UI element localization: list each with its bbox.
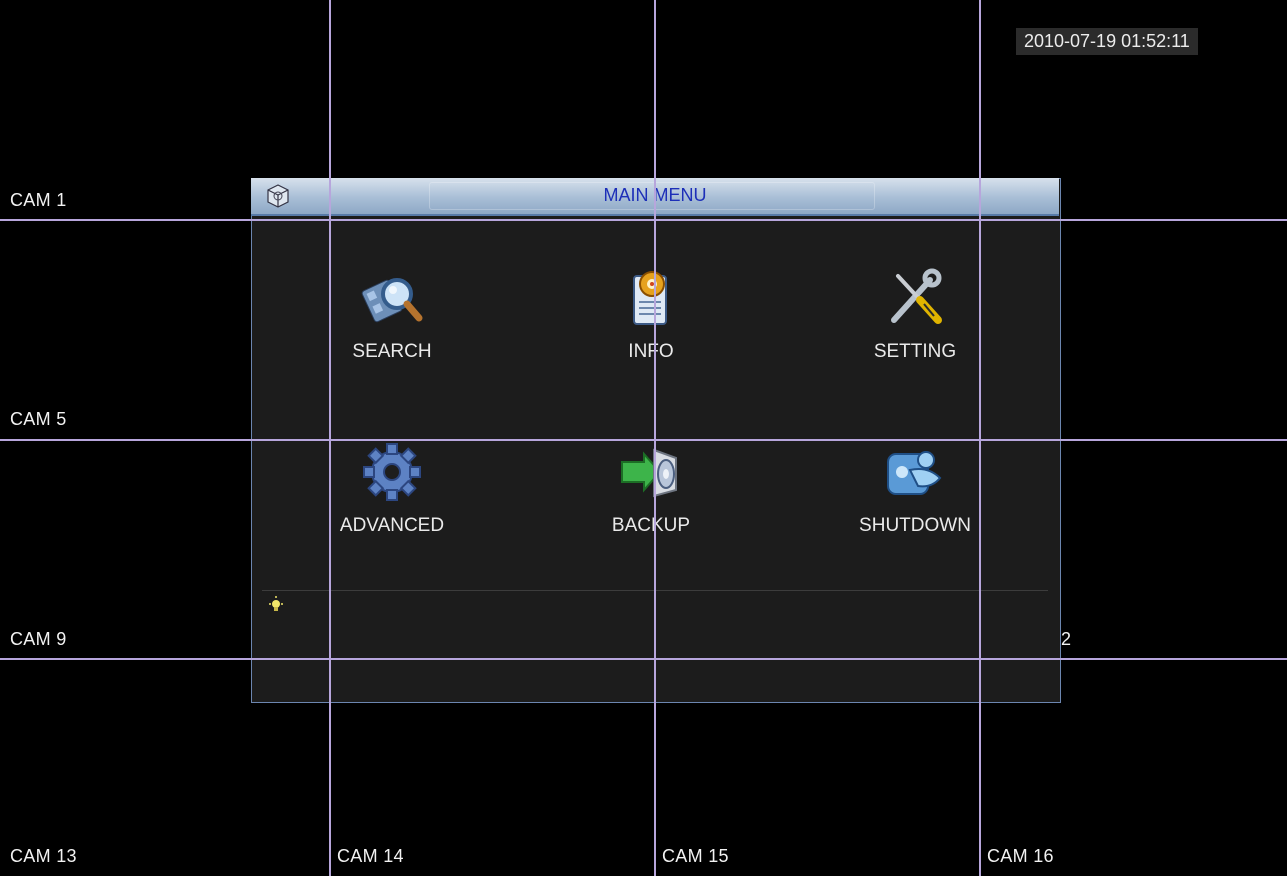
cam-label-5: CAM 5 — [10, 409, 67, 429]
menu-item-label: SEARCH — [352, 341, 432, 362]
grid-divider-v2 — [654, 0, 656, 876]
shutdown-figure-icon — [887, 451, 942, 495]
wrench-screwdriver-icon — [891, 268, 942, 324]
menu-item-label: BACKUP — [611, 515, 691, 536]
backup-disc-icon — [621, 448, 677, 498]
info-document-gear-icon — [633, 271, 667, 325]
grid-divider-v1 — [329, 0, 331, 876]
search-film-icon — [361, 278, 423, 323]
gear-icon — [363, 443, 421, 501]
datetime-display: 2010-07-19 01:52:11 — [1016, 28, 1198, 55]
cam-label-13: CAM 13 — [10, 846, 77, 866]
grid-divider-h3 — [0, 658, 1287, 660]
cam-label-1: CAM 1 — [10, 190, 67, 210]
grid-divider-v3 — [979, 0, 981, 876]
menu-item-label: SETTING — [873, 341, 957, 362]
cam-label-16: CAM 16 — [987, 846, 1054, 866]
menu-item-label: ADVANCED — [339, 515, 445, 536]
menu-item-label: INFO — [628, 341, 674, 362]
lightbulb-tip-icon — [269, 596, 283, 611]
cam-label-15: CAM 15 — [662, 846, 729, 866]
menu-item-backup[interactable]: BACKUP — [551, 440, 751, 537]
grid-divider-h2 — [0, 439, 1287, 441]
menu-item-label: SHUTDOWN — [859, 515, 971, 536]
menu-item-shutdown[interactable]: SHUTDOWN — [815, 440, 1015, 537]
cam-label-12-partial: 2 — [1061, 629, 1072, 649]
cam-label-14: CAM 14 — [337, 846, 404, 866]
menu-item-advanced[interactable]: ADVANCED — [292, 440, 492, 537]
menu-item-search[interactable]: SEARCH — [292, 266, 492, 363]
menu-item-setting[interactable]: SETTING — [815, 266, 1015, 363]
cam-label-9: CAM 9 — [10, 629, 67, 649]
grid-divider-h1 — [0, 219, 1287, 221]
menu-item-info[interactable]: INFO — [551, 266, 751, 363]
